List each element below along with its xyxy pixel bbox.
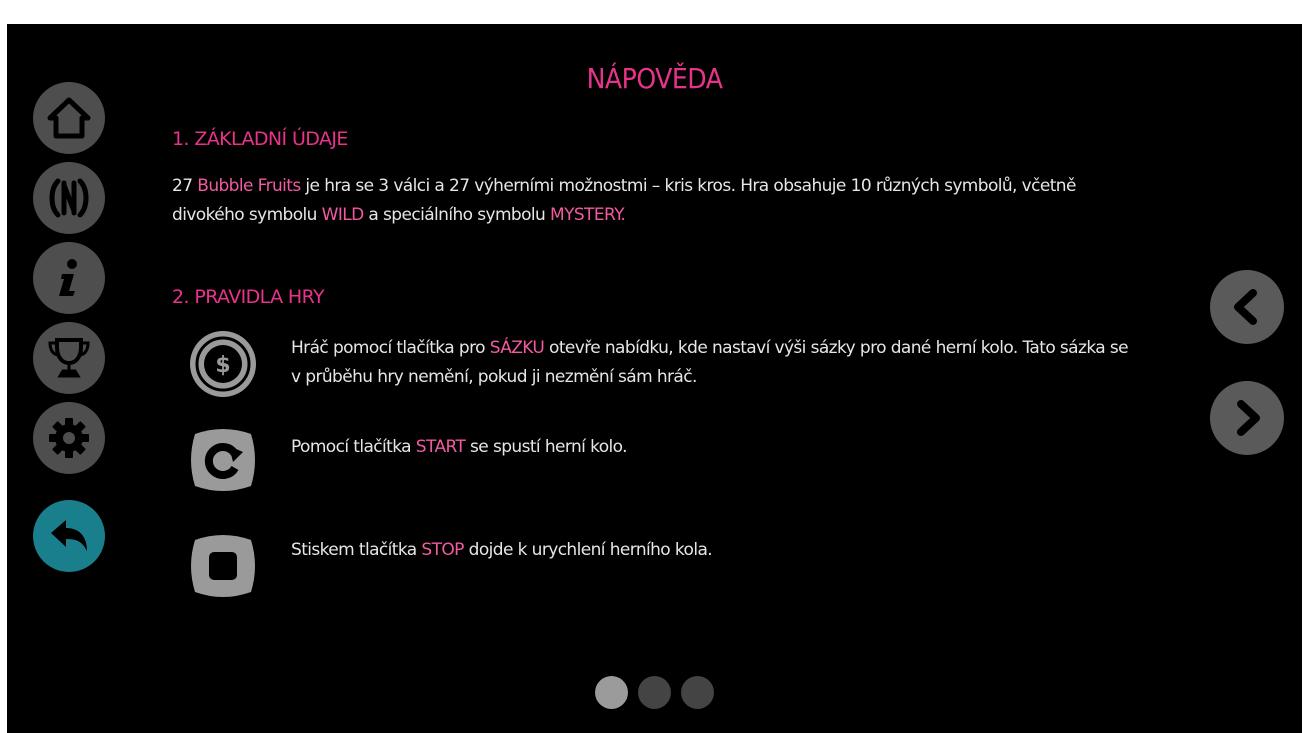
text-line: Stiskem tlačítka STOP dojde k urychlení … [291, 540, 713, 560]
chevron-right-icon [1237, 400, 1260, 436]
text-line: v průběhu hry nemění, pokud ji nezmění s… [291, 367, 697, 387]
help-screen: NÁPOVĚDA 1. ZÁKLADNÍ ÚDAJE 27 Bubble Fru… [7, 24, 1302, 733]
section-rules-title: 2. PRAVIDLA HRY [172, 286, 325, 308]
text-line: 27 Bubble Fruits je hra se 3 válci a 27 … [172, 176, 1076, 196]
pagination-dots [595, 676, 714, 709]
section-basic-info-title: 1. ZÁKLADNÍ ÚDAJE [172, 128, 348, 150]
bet-coin-icon: $ [190, 331, 256, 397]
page-dot-3[interactable] [681, 676, 714, 709]
page-dot-1[interactable] [595, 676, 628, 709]
svg-text:$: $ [215, 353, 230, 378]
page-title: NÁPOVĚDA [586, 62, 723, 95]
text-line: Pomocí tlačítka START se spustí herní ko… [291, 437, 628, 457]
paytable-icon [49, 178, 89, 218]
trophy-icon [48, 338, 90, 378]
settings-button[interactable] [33, 402, 105, 474]
home-icon [47, 97, 91, 139]
stop-icon [191, 535, 255, 597]
back-icon [51, 520, 87, 551]
gear-icon [49, 418, 89, 458]
paytable-button[interactable] [33, 162, 105, 234]
text-line: Hráč pomocí tlačítka pro SÁZKU otevře na… [291, 338, 1129, 358]
text-line: divokého symbolu WILD a speciálního symb… [172, 205, 626, 225]
back-button[interactable] [33, 500, 105, 572]
info-icon [59, 259, 77, 296]
rule-start-text: Pomocí tlačítka START se spustí herní ko… [291, 433, 1191, 462]
rule-stop-text: Stiskem tlačítka STOP dojde k urychlení … [291, 536, 1191, 565]
next-page-button[interactable] [1210, 381, 1284, 455]
rule-bet-text: Hráč pomocí tlačítka pro SÁZKU otevře na… [291, 334, 1191, 392]
page-dot-2[interactable] [638, 676, 671, 709]
start-spin-icon [191, 429, 255, 491]
chevron-left-icon [1234, 289, 1257, 325]
info-button[interactable] [33, 242, 105, 314]
section-basic-info-text: 27 Bubble Fruits je hra se 3 válci a 27 … [172, 172, 1182, 230]
trophy-button[interactable] [33, 322, 105, 394]
prev-page-button[interactable] [1210, 270, 1284, 344]
